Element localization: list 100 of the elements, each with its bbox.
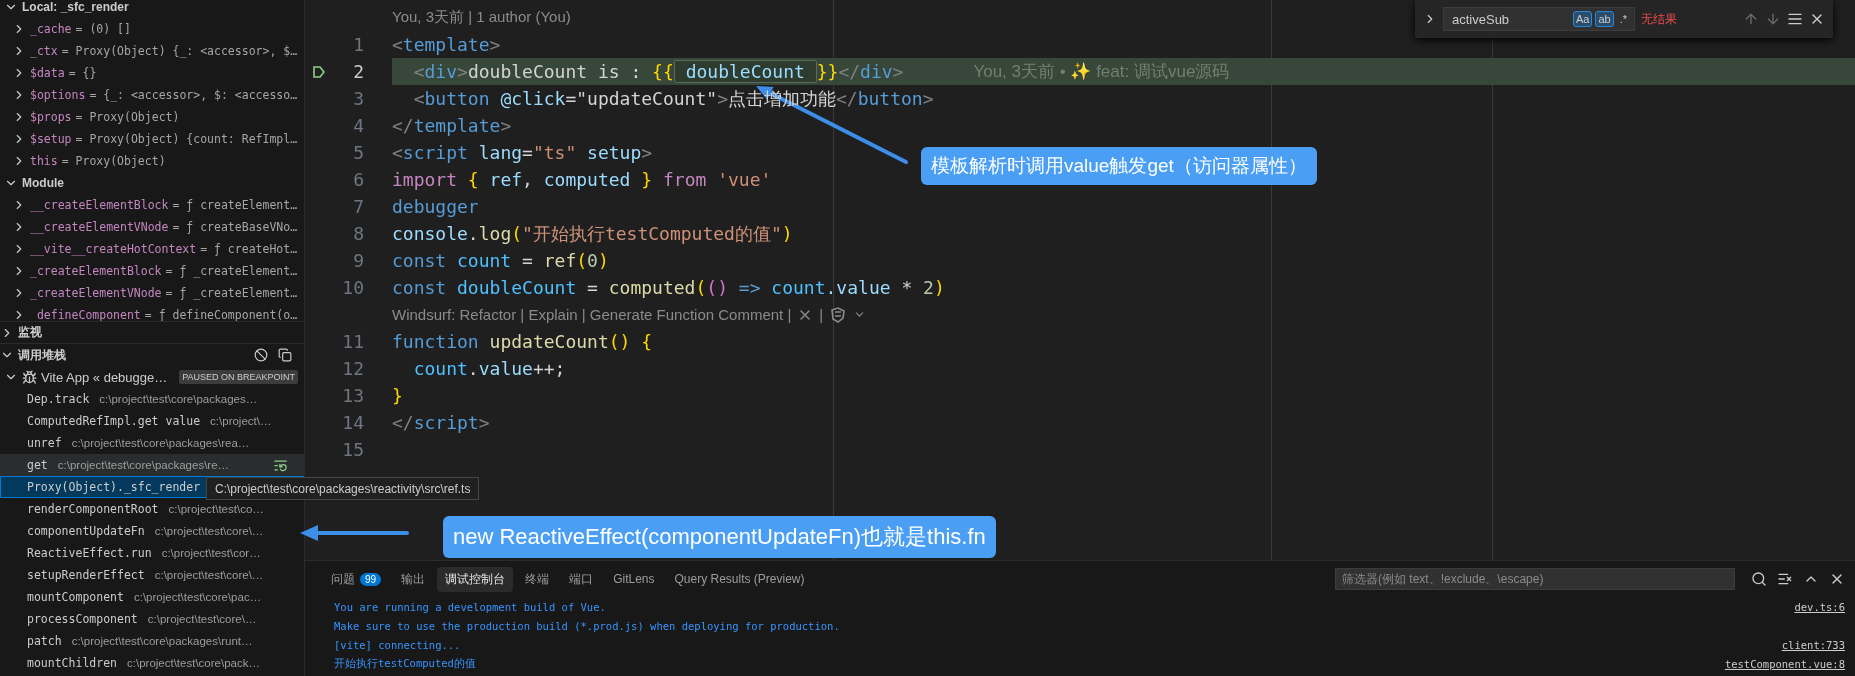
stack-frame[interactable]: Dep.track c:\project\test\core\packages…: [0, 388, 304, 410]
code-lens[interactable]: Windsurf: Refactor | Explain | Generate Function Comment |: [392, 306, 792, 323]
variable-row[interactable]: _defineComponent = ƒ defineComponent(o…: [0, 304, 304, 321]
variable-row[interactable]: $data = {}: [0, 62, 304, 84]
next-match-icon[interactable]: [1765, 11, 1781, 27]
stack-frame[interactable]: mountComponent c:\project\test\core\pac…: [0, 586, 304, 608]
code-line: import { ref, computed } from 'vue': [392, 168, 772, 192]
stack-frame[interactable]: mountChildren c:\project\test\core\pack…: [0, 652, 304, 674]
variable-value: = Proxy(Object) {_: <accessor>, $…: [61, 44, 298, 58]
panel-tab[interactable]: 终端: [517, 566, 558, 592]
clear-console-icon[interactable]: [1777, 571, 1793, 587]
code-line: <div>doubleCount is : {{ doubleCount }}</div>: [412, 59, 904, 85]
find-option-toggle[interactable]: Aa: [1572, 11, 1593, 27]
frame-name: setupRenderEffect: [27, 568, 145, 582]
panel-tab[interactable]: GitLens: [605, 568, 663, 590]
variable-name: $options: [30, 88, 86, 102]
panel-tab[interactable]: 问题 99: [323, 566, 390, 592]
frame-path: c:\project\test\co…: [168, 503, 264, 515]
previous-match-icon[interactable]: [1743, 11, 1759, 27]
panel-tab[interactable]: 调试控制台: [437, 566, 514, 592]
separator: |: [819, 306, 824, 323]
thread-label: Vite App « debugge…: [41, 369, 168, 385]
frame-name: Proxy(Object)._sfc_render: [27, 480, 201, 494]
variable-row[interactable]: __vite__createHotContext = ƒ createHot…: [0, 238, 304, 260]
stack-frame[interactable]: patch c:\project\test\core\packages\runt…: [0, 630, 304, 652]
code-lens[interactable]: You, 3天前 | 1 author (You): [392, 8, 571, 27]
variable-row[interactable]: _ctx = Proxy(Object) {_: <accessor>, $…: [0, 40, 304, 62]
blame-annotation: You, 3天前 • ✨ feat: 调试vue源码: [973, 61, 1230, 83]
stack-frame[interactable]: processComponent c:\project\test\core\…: [0, 608, 304, 630]
breakpoints-toggle-icon[interactable]: [254, 348, 268, 362]
variable-row[interactable]: __createElementVNode = ƒ createBaseVNo…: [0, 216, 304, 238]
line-number: 10: [341, 277, 364, 298]
frame-name: unref: [27, 436, 62, 450]
line-number: 7: [352, 196, 364, 217]
frame-name: ReactiveEffect.run: [27, 546, 152, 560]
stack-frame[interactable]: renderComponentRoot c:\project\test\co…: [0, 498, 304, 520]
stack-frame[interactable]: get c:\project\test\core\packages\re…: [0, 454, 304, 476]
variable-value: = ƒ createElement…: [172, 198, 298, 212]
path-tooltip: C:\project\test\core\packages\reactivity\src\ref.ts: [206, 477, 480, 500]
stack-frame[interactable]: unref c:\project\test\core\packages\rea…: [0, 432, 304, 454]
variable-name: $setup: [30, 132, 72, 146]
frame-name: patch: [27, 634, 62, 648]
frame-path: c:\project\test\core\packages\re…: [57, 459, 230, 471]
collapse-all-icon[interactable]: [278, 348, 292, 362]
source-link[interactable]: dev.ts:6: [1794, 600, 1845, 613]
code-line: debugger: [392, 195, 479, 219]
frame-path: c:\project\…: [210, 415, 272, 427]
code-line: const doubleCount = computed(() => count.value * 2): [392, 276, 945, 300]
line-number: 5: [352, 142, 364, 163]
frame-path: c:\project\test\core\pack…: [127, 657, 260, 669]
source-link[interactable]: testComponent.vue:8: [1724, 657, 1845, 670]
panel-tab[interactable]: Query Results (Preview): [666, 568, 813, 590]
scope-header[interactable]: Module: [0, 172, 304, 194]
variable-value: = ƒ createHot…: [200, 242, 298, 256]
variable-value: = (0) []: [75, 22, 131, 36]
panel-tab[interactable]: 端口: [561, 566, 602, 592]
variable-value: = Proxy(Object): [61, 154, 166, 168]
variable-row[interactable]: $options = {_: <accessor>, $: <accesso…: [0, 84, 304, 106]
frame-path: c:\project\test\cor…: [161, 547, 261, 559]
find-in-selection-icon[interactable]: [1787, 11, 1803, 27]
variable-name: _defineComponent: [30, 308, 141, 321]
line-number: 9: [352, 250, 364, 271]
stack-frame[interactable]: setupRenderEffect c:\project\test\core\…: [0, 564, 304, 586]
find-field[interactable]: activeSub Aa ab .*: [1443, 7, 1635, 31]
stack-frame[interactable]: ComputedRefImpl.get value c:\project\…: [0, 410, 304, 432]
section-header[interactable]: 监视: [0, 322, 304, 344]
line-number: 11: [341, 331, 364, 352]
variable-row[interactable]: __createElementBlock = ƒ createElement…: [0, 194, 304, 216]
code-line: </template>: [392, 114, 512, 138]
restart-frame-icon[interactable]: [273, 457, 288, 473]
line-number: 8: [352, 223, 364, 244]
stack-frame[interactable]: ReactiveEffect.run c:\project\test\cor…: [0, 542, 304, 564]
code-line: <script lang="ts" setup>: [392, 141, 653, 165]
thread-row[interactable]: Vite App « debugge… PAUSED ON BREAKPOINT: [0, 366, 304, 388]
find-option-toggle[interactable]: ab: [1595, 11, 1614, 27]
filter-field[interactable]: 筛选器(例如 text、!exclude、\escape): [1335, 568, 1735, 590]
stack-frame[interactable]: componentUpdateFn c:\project\test\core\…: [0, 520, 304, 542]
frame-name: mountComponent: [27, 590, 124, 604]
variable-row[interactable]: $setup = Proxy(Object) {count: RefImpl…: [0, 128, 304, 150]
variable-name: this: [30, 154, 58, 168]
variable-row[interactable]: _createElementBlock = ƒ _createElement…: [0, 260, 304, 282]
find-option-toggle[interactable]: .*: [1616, 11, 1630, 27]
variable-name: _cache: [30, 22, 72, 36]
panel-tab[interactable]: 输出: [393, 566, 434, 592]
line-number: 4: [352, 115, 364, 136]
variable-value: = ƒ _createElement…: [165, 286, 298, 300]
variable-row[interactable]: _createElementVNode = ƒ _createElement…: [0, 282, 304, 304]
variable-row[interactable]: $props = Proxy(Object): [0, 106, 304, 128]
scope-header[interactable]: Local: _sfc_render: [0, 0, 304, 18]
search-icon[interactable]: [1751, 571, 1767, 587]
variable-row[interactable]: _cache = (0) []: [0, 18, 304, 40]
code-line: const count = ref(0): [392, 249, 609, 273]
find-result: 无结果: [1641, 10, 1677, 28]
variable-value: = Proxy(Object): [75, 110, 180, 124]
section-header[interactable]: 调用堆栈: [0, 344, 304, 366]
source-link[interactable]: client:733: [1781, 638, 1845, 651]
console-message: Make sure to use the production build (*.prod.js) when deploying for production.: [334, 619, 840, 632]
frame-name: Dep.track: [27, 392, 90, 406]
variable-row[interactable]: this = Proxy(Object): [0, 150, 304, 172]
variable-name: __createElementVNode: [30, 220, 169, 234]
